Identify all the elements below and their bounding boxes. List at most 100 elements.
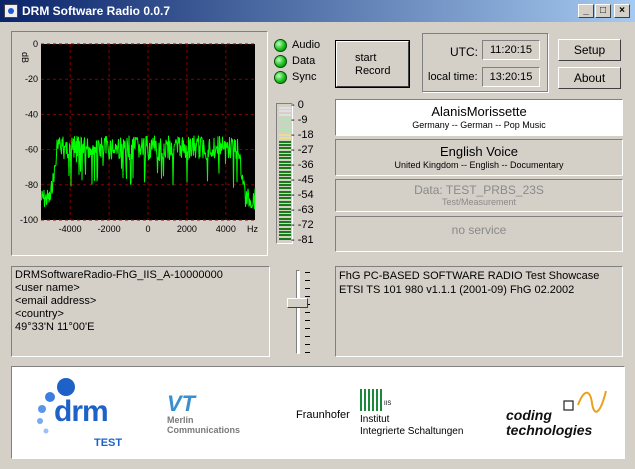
- y-tick-label: -40: [25, 109, 38, 119]
- merlin-logo: VT Merlin Communications: [167, 391, 277, 441]
- logo-banner: drm TEST VT Merlin Communications Fraunh…: [11, 366, 625, 459]
- meter-segment: [279, 177, 291, 180]
- slider-tick: [305, 296, 310, 297]
- fraunhofer-name: Fraunhofer: [296, 409, 350, 421]
- y-tick-label: -80: [25, 180, 38, 190]
- slider-track: [296, 270, 300, 354]
- station-id-line-2: <user name>: [15, 282, 80, 294]
- meter-segment: [279, 117, 291, 120]
- x-tick-label: 0: [145, 224, 150, 234]
- station-id-panel: DRMSoftwareRadio-FhG_IIS_A-10000000 <use…: [11, 266, 270, 357]
- audio-status-label: Audio: [292, 39, 321, 51]
- station-id-line-5: 49°33'N 11°00'E: [15, 321, 95, 333]
- meter-segment: [279, 140, 291, 143]
- meter-segment: [279, 230, 291, 233]
- info-line-2: ETSI TS 101 980 v1.1.1 (2001-09) FhG 02.…: [339, 284, 575, 296]
- meter-segment: [279, 127, 291, 130]
- record-button[interactable]: start Record: [335, 40, 410, 88]
- station-1-info: Germany -- German -- Pop Music: [412, 120, 546, 130]
- data-led-icon: [274, 55, 287, 68]
- station-3-name: Data: TEST_PRBS_23S: [414, 183, 544, 197]
- iis-badge: IIS: [384, 401, 392, 407]
- record-button-line1: start: [355, 52, 377, 64]
- slider-tick: [305, 272, 310, 273]
- station-button-3[interactable]: Data: TEST_PRBS_23S Test/Measurement: [335, 179, 623, 212]
- station-3-info: Test/Measurement: [441, 197, 517, 207]
- y-tick-label: -60: [25, 145, 38, 155]
- slider-tick: [305, 280, 310, 281]
- meter-segment: [279, 234, 291, 237]
- utc-time-display: 11:20:15: [482, 40, 540, 60]
- data-status-label: Data: [292, 55, 316, 67]
- station-2-info: United Kingdom -- English -- Documentary: [394, 160, 564, 170]
- info-line-1: FhG PC-BASED SOFTWARE RADIO Test Showcas…: [339, 270, 600, 282]
- drm-logo: drm TEST: [30, 375, 130, 455]
- meter-segment: [279, 197, 291, 200]
- app-icon[interactable]: [4, 4, 18, 18]
- slider-tick: [305, 328, 310, 329]
- meter-segment: [279, 150, 291, 153]
- volume-slider[interactable]: [283, 268, 313, 356]
- minimize-button[interactable]: _: [578, 4, 594, 18]
- merlin-communications: Communications: [167, 425, 241, 435]
- meter-segment: [279, 207, 291, 210]
- station-4-name: no service: [451, 223, 507, 237]
- maximize-button[interactable]: □: [595, 4, 611, 18]
- drm-logo-text: drm: [54, 395, 109, 428]
- meter-segment: [279, 137, 291, 140]
- meter-segment: [279, 143, 291, 146]
- slider-tick: [305, 320, 310, 321]
- meter-segment: [279, 120, 291, 123]
- fraunhofer-institut: Institut: [360, 414, 390, 425]
- drm-test-label: TEST: [94, 437, 123, 449]
- station-button-1[interactable]: AlanisMorissette Germany -- German -- Po…: [335, 99, 623, 136]
- meter-segment: [279, 184, 291, 187]
- meter-segment: [279, 170, 291, 173]
- y-tick-label: -100: [20, 215, 38, 225]
- meter-scale-label: - 0: [291, 99, 304, 111]
- meter-scale: - 0 - -9 - -18 - -27 - -36 - -45 - -54 - -63 - -…: [291, 97, 331, 247]
- meter-segment: [279, 133, 291, 136]
- meter-segment: [279, 174, 291, 176]
- meter-segment: [279, 153, 291, 156]
- coding-wave-icon: [563, 390, 607, 413]
- merlin-mark-icon: VT: [167, 391, 196, 416]
- meter-scale-label: - -45: [291, 174, 314, 186]
- slider-tick: [305, 344, 310, 345]
- fraunhofer-logo: Fraunhofer IIS Institut Integrierte Scha…: [296, 387, 476, 442]
- about-button[interactable]: About: [558, 67, 621, 89]
- x-tick-label: 4000: [216, 224, 236, 234]
- meter-scale-label: - -81: [291, 234, 314, 246]
- station-button-4[interactable]: no service: [335, 216, 623, 252]
- iis-chip-icon: [360, 389, 382, 411]
- station-2-name: English Voice: [439, 144, 519, 159]
- fraunhofer-institut-name: Integrierte Schaltungen: [360, 426, 464, 437]
- spectrum-plot: 0 -20 -40 -60 -80 -100 -4000 -2000 0 2000 4000 dB…: [20, 39, 259, 234]
- sync-led-icon: [274, 71, 287, 84]
- title-bar[interactable]: DRM Software Radio 0.0.7 _ □ ×: [0, 0, 635, 22]
- station-1-name: AlanisMorissette: [431, 104, 527, 119]
- meter-scale-label: - -36: [291, 159, 314, 171]
- y-unit-label: dB: [20, 52, 30, 63]
- setup-button[interactable]: Setup: [558, 39, 621, 61]
- meter-segment: [279, 187, 291, 190]
- spectrum-panel: 0 -20 -40 -60 -80 -100 -4000 -2000 0 2000 4000 dB…: [11, 31, 268, 256]
- meter-scale-label: - -27: [291, 144, 314, 156]
- meter-segment: [279, 110, 291, 113]
- time-group: UTC: 11:20:15 local time: 13:20:15: [422, 33, 548, 92]
- close-button[interactable]: ×: [614, 4, 630, 18]
- coding-technologies-logo: coding technologies: [502, 385, 622, 445]
- utc-label: UTC:: [450, 45, 478, 59]
- meter-scale-label: - -72: [291, 219, 314, 231]
- local-time-label: local time:: [428, 71, 478, 83]
- meter-segment: [279, 123, 291, 126]
- coding-text: coding: [506, 407, 552, 423]
- meter-segment: [279, 220, 291, 223]
- station-button-2[interactable]: English Voice United Kingdom -- English …: [335, 139, 623, 176]
- meter-segment: [279, 204, 291, 207]
- x-tick-label: -2000: [98, 224, 121, 234]
- meter-scale-label: - -18: [291, 129, 314, 141]
- slider-tick: [305, 336, 310, 337]
- slider-tick: [305, 288, 310, 289]
- slider-thumb[interactable]: [287, 298, 308, 308]
